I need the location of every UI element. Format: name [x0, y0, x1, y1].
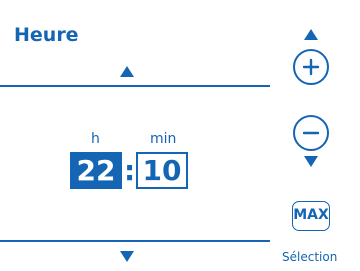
minutes-unit-label: min [150, 131, 177, 147]
screen-title: Heure [14, 24, 79, 46]
minus-icon [302, 131, 320, 135]
hours-unit-label: h [91, 131, 100, 147]
time-separator: : [124, 154, 136, 187]
hours-field[interactable]: 22 [70, 152, 122, 189]
decrease-button[interactable] [293, 115, 329, 151]
top-divider [0, 85, 270, 87]
bottom-divider [0, 240, 270, 242]
scroll-down-icon[interactable] [120, 251, 134, 262]
plus-icon [302, 58, 320, 76]
increase-button[interactable] [293, 49, 329, 85]
max-button[interactable]: MAX [292, 201, 330, 231]
minutes-field[interactable]: 10 [136, 152, 188, 189]
scroll-up-icon[interactable] [120, 66, 134, 77]
selection-label: Sélection [282, 250, 338, 264]
increase-arrow-icon[interactable] [304, 29, 318, 40]
decrease-arrow-icon[interactable] [304, 156, 318, 167]
